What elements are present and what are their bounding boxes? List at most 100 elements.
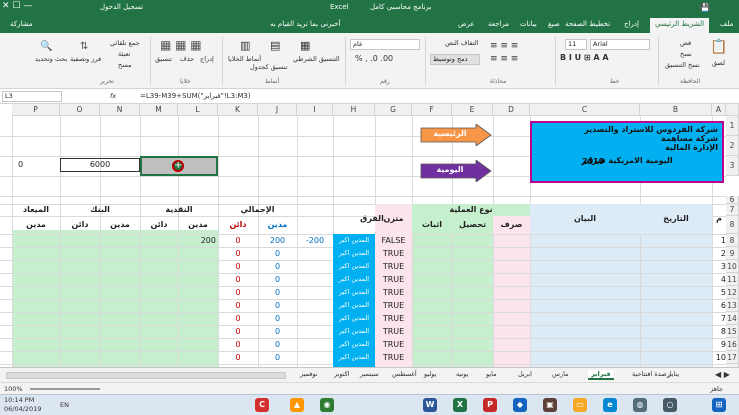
row-header[interactable]: 14 (726, 312, 739, 325)
font-style-buttons[interactable]: B I U ⊞ A A (560, 53, 609, 62)
paste-button[interactable]: لصق (712, 59, 725, 67)
wrap-text-button[interactable]: التفاف النص (445, 39, 479, 47)
total-credit-cell[interactable]: 0 (218, 286, 258, 299)
tab-view[interactable]: عرض (458, 20, 475, 28)
row-header[interactable]: 12 (726, 286, 739, 299)
fill-button[interactable]: تعبئة (118, 50, 130, 58)
row-number-cell[interactable]: 1 (712, 234, 726, 247)
diff-cell[interactable]: المدين اكبر (333, 325, 375, 338)
tab-page-layout[interactable]: تخطيط الصفحة (565, 20, 610, 28)
row-header[interactable]: 2 (726, 136, 739, 156)
row-number-cell[interactable]: 10 (712, 351, 726, 364)
format-table-icon[interactable]: ▤ (270, 39, 280, 52)
total-credit-cell[interactable]: 0 (218, 338, 258, 351)
column-header-j[interactable]: J (258, 104, 297, 116)
balanced-cell[interactable]: TRUE (375, 260, 412, 273)
cell-styles-button[interactable]: أنماط الخلايا (228, 55, 261, 63)
balanced-cell[interactable]: FALSE (375, 234, 412, 247)
column-header-n[interactable]: N (100, 104, 140, 116)
cell-styles-icon[interactable]: ▥ (240, 39, 250, 52)
total-credit-cell[interactable]: 0 (218, 299, 258, 312)
align-top-icons[interactable]: ≡ ≡ ≡ (490, 41, 518, 51)
diff-cell[interactable]: المدين اكبر (333, 299, 375, 312)
formula-input[interactable]: =L39-M39+SUM("فبراير"!L3:M3) (140, 92, 251, 100)
row-header[interactable]: 13 (726, 299, 739, 312)
taskbar-app-icon[interactable]: e (603, 398, 617, 412)
select-all-corner[interactable] (726, 104, 739, 116)
autosum-button[interactable]: جمع تلقائي (110, 39, 140, 47)
fx-icon[interactable]: fx (110, 92, 116, 100)
sort-filter-icon[interactable]: ⇅ (80, 41, 88, 52)
balanced-cell[interactable]: TRUE (375, 338, 412, 351)
taskbar-app-icon[interactable]: ◉ (320, 398, 334, 412)
total-credit-cell[interactable]: 0 (218, 351, 258, 364)
tab-insert[interactable]: إدراج (624, 20, 639, 28)
taskbar-excel-icon[interactable]: X (453, 398, 467, 412)
sheet-tab[interactable]: اكتوبر (334, 370, 350, 378)
tab-home[interactable]: الشريط الرئيسي (650, 18, 710, 33)
taskbar-app-icon[interactable]: ◆ (513, 398, 527, 412)
row-header[interactable]: 11 (726, 273, 739, 286)
balanced-cell[interactable]: TRUE (375, 299, 412, 312)
balanced-cell[interactable]: TRUE (375, 312, 412, 325)
diff-cell[interactable]: المدين اكبر (333, 351, 375, 364)
column-header-d[interactable]: D (493, 104, 530, 116)
total-debit-cell[interactable]: 0 (258, 338, 297, 351)
sheet-scroll-arrows[interactable]: ◀ ▶ (715, 370, 730, 379)
horizontal-scrollbar[interactable] (6, 372, 286, 379)
clear-button[interactable]: مسح (118, 61, 131, 69)
daily-button[interactable]: اليومية (420, 159, 492, 183)
total-credit-cell[interactable]: 0 (218, 234, 258, 247)
fill-handle-cursor-icon[interactable]: + (172, 160, 184, 172)
row-number-cell[interactable]: 2 (712, 247, 726, 260)
font-size-box[interactable]: 11 (565, 39, 587, 50)
start-button-icon[interactable]: ⊞ (712, 398, 726, 412)
tell-me-box[interactable]: أخبرني بما تريد القيام به (270, 20, 340, 28)
diff-cell[interactable]: المدين اكبر (333, 273, 375, 286)
sheet-tab[interactable]: فبراير (588, 370, 614, 380)
total-credit-cell[interactable]: 0 (218, 247, 258, 260)
column-header-i[interactable]: I (297, 104, 333, 116)
taskbar-word-icon[interactable]: W (423, 398, 437, 412)
row-header[interactable]: 9 (726, 247, 739, 260)
conditional-format-icon[interactable]: ▦ (300, 39, 310, 52)
number-format-box[interactable]: عام (350, 39, 420, 50)
format-table-button[interactable]: تنسيق كجدول (250, 63, 288, 71)
taskbar-app-icon[interactable]: P (483, 398, 497, 412)
balanced-cell[interactable]: TRUE (375, 325, 412, 338)
copy-button[interactable]: نسخ (680, 50, 692, 58)
share-button[interactable]: مشاركة (10, 20, 33, 28)
row-number-cell[interactable]: 3 (712, 260, 726, 273)
window-controls[interactable]: ✕ ☐ — (2, 1, 32, 11)
column-header-f[interactable]: F (412, 104, 452, 116)
sheet-tab[interactable]: ابريل (518, 370, 532, 378)
sheet-tab[interactable]: ارصدة افتتاحية (632, 370, 672, 378)
cut-button[interactable]: قص (680, 39, 691, 47)
diff-cell[interactable]: المدين اكبر (333, 247, 375, 260)
column-header-c[interactable]: C (530, 104, 640, 116)
sheet-tab[interactable]: سبتمبر (360, 370, 379, 378)
tab-formulas[interactable]: صيغ (548, 20, 560, 28)
total-credit-cell[interactable]: 0 (218, 260, 258, 273)
row-number-cell[interactable]: 4 (712, 273, 726, 286)
insert-cells-button[interactable]: إدراج (200, 55, 214, 63)
taskbar-app-icon[interactable]: ◍ (633, 398, 647, 412)
name-box[interactable]: L3 (2, 91, 62, 102)
language-indicator[interactable]: EN (60, 401, 69, 409)
cash-debit-cell[interactable]: 200 (178, 234, 218, 247)
column-header-k[interactable]: K (218, 104, 258, 116)
diff-cell[interactable]: المدين اكبر (333, 286, 375, 299)
taskbar-search-icon[interactable]: ○ (663, 398, 677, 412)
diff-value-cell[interactable]: -200 (297, 234, 333, 247)
total-debit-cell[interactable]: 0 (258, 247, 297, 260)
row-header[interactable]: 1 (726, 116, 739, 136)
total-debit-cell[interactable]: 0 (258, 286, 297, 299)
worksheet-grid[interactable]: A B C D E F G H I J K L M N O P 1 2 3 6 7 8 8 9 10 11 12 13 14 15 16 17… (0, 104, 739, 367)
column-header-e[interactable]: E (452, 104, 493, 116)
row-number-cell[interactable]: 6 (712, 299, 726, 312)
quick-access-save-icon[interactable]: 💾 (700, 3, 710, 12)
total-credit-cell[interactable]: 0 (218, 273, 258, 286)
row-header[interactable]: 10 (726, 260, 739, 273)
taskbar-vlc-icon[interactable]: ▲ (290, 398, 304, 412)
row-header[interactable]: 8 (726, 216, 739, 234)
